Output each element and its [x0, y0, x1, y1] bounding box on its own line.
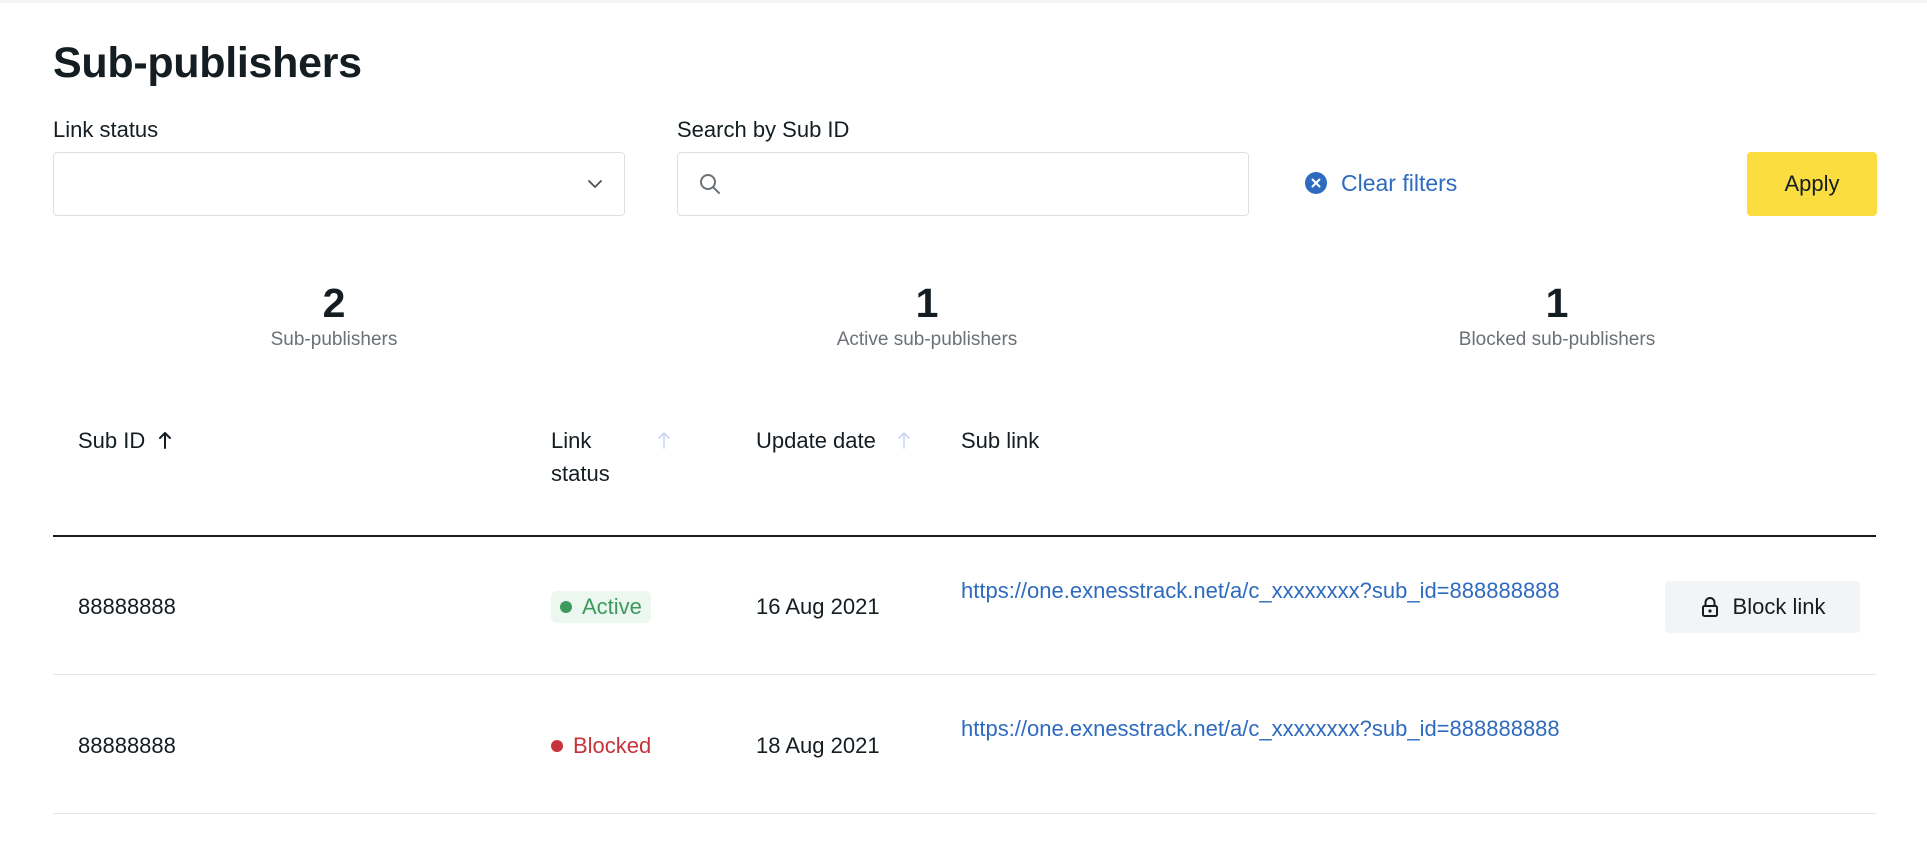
apply-button[interactable]: Apply — [1747, 152, 1877, 216]
clear-filters-button[interactable]: Clear filters — [1304, 166, 1457, 200]
status-badge: Active — [551, 591, 651, 623]
stat-sub-publishers: 2 Sub-publishers — [134, 278, 534, 351]
arrow-up-icon[interactable] — [158, 430, 172, 450]
column-header-link-status[interactable]: Link status — [551, 424, 610, 490]
status-dot — [551, 740, 563, 752]
stat-value: 2 — [322, 280, 346, 326]
chevron-down-icon — [588, 180, 602, 188]
block-link-button[interactable]: Block link — [1665, 581, 1860, 633]
sub-id-cell: 88888888 — [78, 594, 176, 619]
stat-value: 1 — [1545, 280, 1569, 326]
top-border — [0, 0, 1927, 3]
column-header-label: Link — [551, 428, 592, 453]
table-header-divider — [53, 535, 1876, 537]
search-input[interactable] — [738, 153, 1242, 217]
link-status-label: Link status — [53, 117, 159, 142]
search-field[interactable] — [677, 152, 1249, 217]
sub-link[interactable]: https://one.exnesstrack.net/a/c_xxxxxxxx… — [961, 575, 1621, 607]
column-header-label: status — [551, 461, 610, 486]
search-icon — [700, 174, 720, 194]
stat-caption: Sub-publishers — [270, 329, 398, 350]
column-header-label: Update date — [756, 428, 876, 453]
column-header-update-date[interactable]: Update date — [756, 424, 876, 457]
arrow-up-icon[interactable] — [897, 430, 911, 450]
row-divider — [53, 813, 1876, 814]
status-label: Active — [582, 594, 642, 619]
arrow-up-icon[interactable] — [657, 430, 671, 450]
status-label: Blocked — [573, 733, 652, 758]
row-divider — [53, 674, 1876, 675]
update-date-cell: 16 Aug 2021 — [756, 594, 880, 619]
column-header-sub-id[interactable]: Sub ID — [78, 424, 145, 457]
stat-caption: Active sub-publishers — [836, 329, 1018, 350]
column-header-sub-link: Sub link — [961, 424, 1039, 457]
stat-value: 1 — [915, 280, 939, 326]
clear-filters-label: Clear filters — [1341, 169, 1458, 196]
status-badge: Blocked — [551, 730, 651, 762]
column-header-label: Sub ID — [78, 428, 146, 453]
close-circle-icon — [1305, 172, 1327, 194]
page-title: Sub-publishers — [53, 39, 362, 87]
column-header-label: Sub link — [961, 428, 1040, 453]
update-date-cell: 18 Aug 2021 — [756, 733, 880, 758]
search-label: Search by Sub ID — [677, 117, 850, 142]
stat-caption: Blocked sub-publishers — [1458, 329, 1656, 350]
link-status-select[interactable] — [53, 152, 625, 216]
stat-blocked-sub-publishers: 1 Blocked sub-publishers — [1357, 278, 1757, 351]
sub-id-cell: 88888888 — [78, 733, 176, 758]
status-dot — [560, 601, 572, 613]
block-link-label: Block link — [1732, 594, 1826, 619]
stat-active-sub-publishers: 1 Active sub-publishers — [727, 278, 1127, 351]
sub-link[interactable]: https://one.exnesstrack.net/a/c_xxxxxxxx… — [961, 713, 1621, 745]
lock-icon — [1701, 597, 1718, 617]
